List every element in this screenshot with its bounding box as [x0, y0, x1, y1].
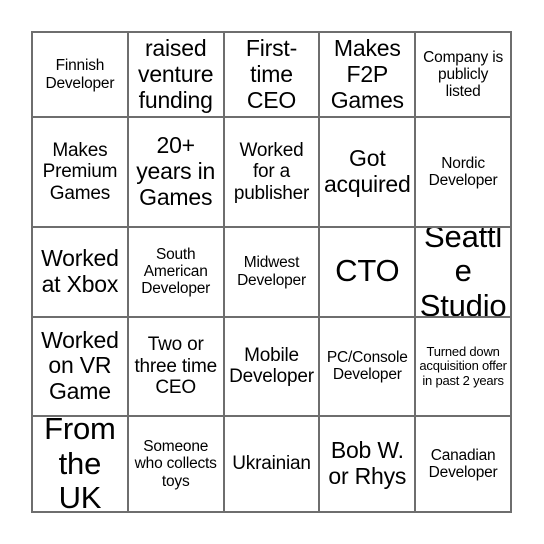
bingo-cell-label: PC/Console Developer [326, 348, 408, 384]
bingo-row: Worked on VR Game Two or three time CEO … [33, 317, 512, 417]
bingo-cell-label: Company is publicly listed [423, 48, 503, 101]
bingo-cell-1-3[interactable]: Got acquired [320, 118, 417, 228]
bingo-cell-1-4[interactable]: Nordic Developer [416, 118, 512, 228]
bingo-cell-label: CTO [335, 253, 400, 289]
bingo-cell-label: First-time CEO [245, 35, 298, 113]
bingo-cell-label: Seattle Studio [419, 227, 507, 318]
bingo-row: From the UK Someone who collects toys Uk… [33, 417, 512, 513]
bingo-cell-label: South American Developer [141, 245, 211, 298]
bingo-cell-label: Canadian Developer [428, 446, 498, 481]
bingo-cell-label: raised venture funding [138, 35, 214, 113]
bingo-cell-0-4[interactable]: Company is publicly listed [416, 33, 512, 119]
bingo-cell-1-0[interactable]: Makes Premium Games [33, 118, 129, 228]
bingo-cell-label: Makes Premium Games [42, 140, 118, 204]
bingo-cell-0-0[interactable]: Finnish Developer [33, 33, 129, 119]
bingo-cell-2-2[interactable]: Midwest Developer [224, 227, 321, 318]
bingo-cell-0-3[interactable]: Makes F2P Games [320, 33, 417, 119]
bingo-cell-3-3[interactable]: PC/Console Developer [320, 317, 417, 417]
bingo-cell-2-3[interactable]: CTO [320, 227, 417, 318]
bingo-cell-label: 20+ years in Games [136, 132, 216, 210]
bingo-cell-4-0[interactable]: From the UK [33, 417, 129, 513]
bingo-cell-4-3[interactable]: Bob W. or Rhys [320, 417, 417, 513]
bingo-cell-label: Someone who collects toys [134, 437, 217, 490]
bingo-cell-2-1[interactable]: South American Developer [128, 227, 225, 318]
bingo-row: Worked at Xbox South American Developer … [33, 227, 512, 318]
bingo-cell-1-1[interactable]: 20+ years in Games [128, 118, 225, 228]
bingo-cell-3-4[interactable]: Turned down acquisition offer in past 2 … [416, 317, 512, 417]
bingo-cell-4-1[interactable]: Someone who collects toys [128, 417, 225, 513]
bingo-cell-label: Ukrainian [232, 453, 311, 475]
bingo-cell-2-4[interactable]: Seattle Studio [416, 227, 512, 318]
bingo-cell-label: Worked for a publisher [233, 140, 310, 204]
bingo-cell-0-2[interactable]: First-time CEO [224, 33, 321, 119]
bingo-cell-4-2[interactable]: Ukrainian [224, 417, 321, 513]
bingo-cell-3-2[interactable]: Mobile Developer [224, 317, 321, 417]
bingo-cell-label: Nordic Developer [428, 154, 498, 190]
bingo-card: Finnish Developer raised venture funding… [31, 31, 512, 513]
bingo-cell-4-4[interactable]: Canadian Developer [416, 417, 512, 513]
bingo-row: Finnish Developer raised venture funding… [33, 33, 512, 119]
bingo-cell-label: Turned down acquisition offer in past 2 … [419, 343, 507, 388]
bingo-cell-0-1[interactable]: raised venture funding [128, 33, 225, 119]
bingo-cell-3-1[interactable]: Two or three time CEO [128, 317, 225, 417]
bingo-cell-1-2[interactable]: Worked for a publisher [224, 118, 321, 228]
bingo-cell-label: From the UK [44, 417, 116, 513]
bingo-cell-3-0[interactable]: Worked on VR Game [33, 317, 129, 417]
bingo-cell-2-0[interactable]: Worked at Xbox [33, 227, 129, 318]
bingo-cell-label: Midwest Developer [237, 254, 306, 289]
bingo-cell-label: Two or three time CEO [134, 334, 217, 398]
bingo-row: Makes Premium Games 20+ years in Games W… [33, 118, 512, 228]
bingo-cell-label: Worked at Xbox [41, 244, 119, 297]
bingo-cell-label: Bob W. or Rhys [328, 437, 407, 489]
bingo-cell-label: Makes F2P Games [330, 35, 404, 113]
bingo-cell-label: Mobile Developer [229, 345, 314, 388]
bingo-cell-label: Finnish Developer [45, 57, 115, 92]
bingo-cell-label: Worked on VR Game [41, 326, 119, 405]
bingo-cell-label: Got acquired [323, 145, 411, 198]
